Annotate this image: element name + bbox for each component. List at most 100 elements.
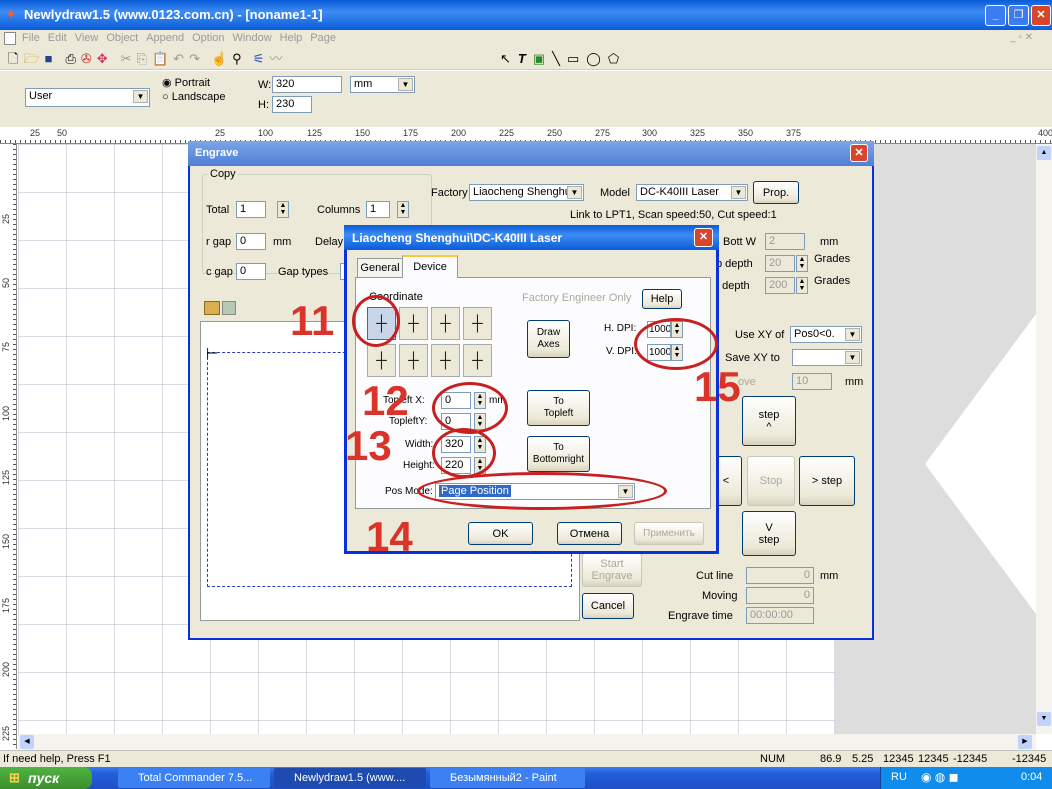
step-right-button[interactable]: > step — [799, 456, 855, 506]
step-up-button[interactable]: step ^ — [742, 396, 796, 446]
open-folder-icon[interactable] — [204, 301, 220, 315]
radio-landscape[interactable]: ○ Landscape — [162, 91, 226, 103]
apply-button[interactable]: Применить — [634, 522, 704, 545]
coordinate-option-button[interactable]: ┼ — [463, 344, 492, 377]
zoom-icon[interactable]: ⚲ — [232, 51, 242, 67]
undo-icon[interactable]: ↶ — [173, 51, 184, 67]
menu-option[interactable]: Option — [192, 32, 224, 44]
scroll-right-icon[interactable]: ▶ — [1018, 735, 1032, 749]
factory-select[interactable]: Liaocheng Shenghui ▼ — [469, 184, 584, 201]
engrave-icon[interactable]: ✇ — [81, 51, 92, 67]
coordinate-option-button[interactable]: ┼ — [367, 344, 396, 377]
w-input[interactable]: 320 — [272, 76, 342, 93]
t-depth-input[interactable]: 200 — [765, 277, 795, 294]
to-topleft-button[interactable]: To Topleft — [527, 390, 590, 426]
columns-spinner[interactable]: ▲ ▼ — [397, 201, 409, 218]
new-icon[interactable]: 🗋 — [8, 51, 18, 67]
save-icon[interactable]: ■ — [45, 51, 53, 67]
rect-tool-icon[interactable]: ▭ — [567, 51, 579, 67]
coordinate-option-button[interactable]: ┼ — [431, 307, 460, 340]
open-icon[interactable]: 🗁 — [23, 51, 39, 67]
taskbar-paint[interactable]: Безымянный2 - Paint — [430, 768, 585, 788]
language-indicator[interactable]: RU — [891, 771, 907, 783]
menu-edit[interactable]: Edit — [48, 32, 67, 44]
coordinate-option-button[interactable]: ┼ — [399, 344, 428, 377]
move-icon[interactable]: ✥ — [97, 51, 108, 67]
model-select[interactable]: DC-K40III Laser ▼ — [636, 184, 748, 201]
help-button[interactable]: Help — [642, 289, 682, 309]
hand-icon[interactable]: ☝ — [211, 51, 227, 67]
cancel-button[interactable]: Cancel — [582, 593, 634, 619]
polygon-tool-icon[interactable]: ⬠ — [608, 51, 619, 67]
print-icon[interactable]: ⎙ — [65, 51, 75, 67]
device-close-button[interactable]: ✕ — [694, 228, 713, 247]
curve-icon[interactable]: 〰 — [269, 51, 282, 67]
square-icon[interactable] — [222, 301, 236, 315]
cut-icon[interactable]: ✂ — [121, 51, 132, 67]
tray-icons[interactable]: ◉ ◍ ◼ — [921, 770, 959, 784]
mdi-controls[interactable]: _ ▫ ✕ — [1010, 32, 1033, 43]
tab-general[interactable]: General — [357, 258, 403, 277]
copy-icon[interactable]: ⎘ — [137, 51, 147, 67]
radio-portrait[interactable]: ◉ Portrait — [162, 76, 210, 89]
scroll-down-icon[interactable]: ▼ — [1037, 712, 1051, 726]
menu-view[interactable]: View — [75, 32, 99, 44]
engrave-close-button[interactable]: ✕ — [850, 144, 868, 162]
save-xy-select[interactable]: ▼ — [792, 349, 862, 366]
taskbar-total-commander[interactable]: Total Commander 7.5... — [118, 768, 270, 788]
bott-w-input[interactable]: 2 — [765, 233, 805, 250]
start-engrave-button[interactable]: Start Engrave — [582, 553, 642, 587]
menu-append[interactable]: Append — [146, 32, 184, 44]
minimize-button[interactable]: _ — [985, 5, 1006, 26]
prop-button[interactable]: Prop. — [753, 181, 799, 204]
menu-page[interactable]: Page — [310, 32, 336, 44]
paste-icon[interactable]: 📋 — [152, 51, 168, 67]
total-input[interactable]: 1 — [236, 201, 266, 218]
ruler-h-tick-label: 400 — [1038, 128, 1052, 138]
node-icon[interactable]: ⚟ — [253, 51, 265, 67]
status-val-2: 12345 — [883, 753, 914, 765]
ok-button[interactable]: OK — [468, 522, 533, 545]
close-button[interactable]: ✕ — [1031, 5, 1051, 26]
coordinate-option-button[interactable]: ┼ — [431, 344, 460, 377]
taskbar-newlydraw[interactable]: Newlydraw1.5 (www.... — [274, 768, 426, 788]
rgap-input[interactable]: 0 — [236, 233, 266, 250]
unit-select[interactable]: mm ▼ — [350, 76, 415, 93]
line-tool-icon[interactable]: ╲ — [552, 51, 560, 67]
p-depth-spinner[interactable]: ▲ ▼ — [796, 255, 808, 272]
maximize-button[interactable]: ❐ — [1008, 5, 1029, 26]
select-tool-icon[interactable]: ↖ — [500, 51, 511, 67]
scroll-up-icon[interactable]: ▲ — [1037, 146, 1051, 160]
use-xy-select[interactable]: Pos0<0. ▼ — [790, 326, 862, 343]
total-spinner[interactable]: ▲ ▼ — [277, 201, 289, 218]
ellipse-tool-icon[interactable]: ◯ — [586, 51, 601, 67]
to-bottomright-button[interactable]: To Bottomright — [527, 436, 590, 472]
menu-bar: File Edit View Object Append Option Wind… — [0, 30, 1052, 48]
step-down-button[interactable]: V step — [742, 511, 796, 556]
vertical-scrollbar[interactable]: ▲ ▼ — [1036, 144, 1052, 734]
page-size-select[interactable]: User ▼ — [25, 88, 150, 107]
move-input[interactable]: 10 — [792, 373, 832, 390]
columns-input[interactable]: 1 — [366, 201, 390, 218]
menu-object[interactable]: Object — [106, 32, 138, 44]
coordinate-option-button[interactable]: ┼ — [463, 307, 492, 340]
doc-icon — [4, 32, 16, 45]
redo-icon[interactable]: ↷ — [189, 51, 200, 67]
image-tool-icon[interactable]: ▣ — [533, 51, 545, 67]
menu-file[interactable]: File — [22, 32, 40, 44]
p-depth-input[interactable]: 20 — [765, 255, 795, 272]
menu-help[interactable]: Help — [280, 32, 303, 44]
draw-axes-button[interactable]: Draw Axes — [527, 320, 570, 358]
device-cancel-button[interactable]: Отмена — [557, 522, 622, 545]
horizontal-scrollbar[interactable]: ◀ ▶ — [18, 734, 1036, 750]
tab-device[interactable]: Device — [402, 255, 458, 278]
text-tool-icon[interactable]: T — [518, 51, 526, 67]
start-button[interactable]: ⊞ пуск — [0, 767, 92, 789]
scroll-left-icon[interactable]: ◀ — [20, 735, 34, 749]
cgap-input[interactable]: 0 — [236, 263, 266, 280]
menu-window[interactable]: Window — [233, 32, 272, 44]
t-depth-spinner[interactable]: ▲ ▼ — [796, 277, 808, 294]
stop-button[interactable]: Stop — [747, 456, 795, 506]
coordinate-option-button[interactable]: ┼ — [399, 307, 428, 340]
h-input[interactable]: 230 — [272, 96, 312, 113]
